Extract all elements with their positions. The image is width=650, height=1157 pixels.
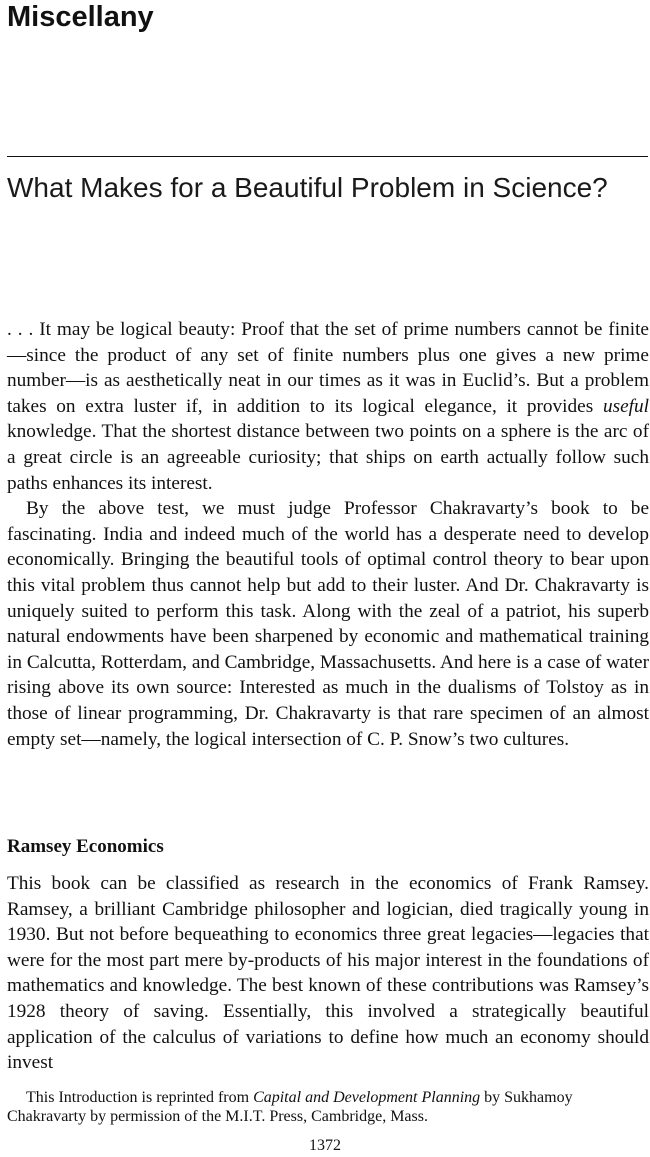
footnote: This Introduction is reprinted from Capi… <box>7 1088 649 1126</box>
paragraph-1-text-b: knowledge. That the shortest distance be… <box>7 421 649 494</box>
paragraph-2: By the above test, we must judge Profess… <box>7 498 649 750</box>
paragraph-1: . . . It may be logical beauty: Proof th… <box>7 317 649 496</box>
article-body: . . . It may be logical beauty: Proof th… <box>7 317 649 752</box>
footnote-book-title: Capital and Development Planning <box>253 1089 481 1106</box>
paragraph-1-text-a: . . . It may be logical beauty: Proof th… <box>7 319 649 417</box>
paragraph-3: This book can be classified as research … <box>7 873 649 1074</box>
article-title: What Makes for a Beautiful Problem in Sc… <box>7 172 608 203</box>
section-title: Miscellany <box>7 1 154 33</box>
footnote-text-a: This Introduction is reprinted from <box>26 1089 254 1106</box>
title-rule <box>7 156 648 157</box>
page-number: 1372 <box>309 1137 341 1154</box>
article-body-continued: This book can be classified as research … <box>7 871 649 1076</box>
emphasis-useful: useful <box>602 395 649 417</box>
subheading-ramsey-economics: Ramsey Economics <box>7 836 164 857</box>
